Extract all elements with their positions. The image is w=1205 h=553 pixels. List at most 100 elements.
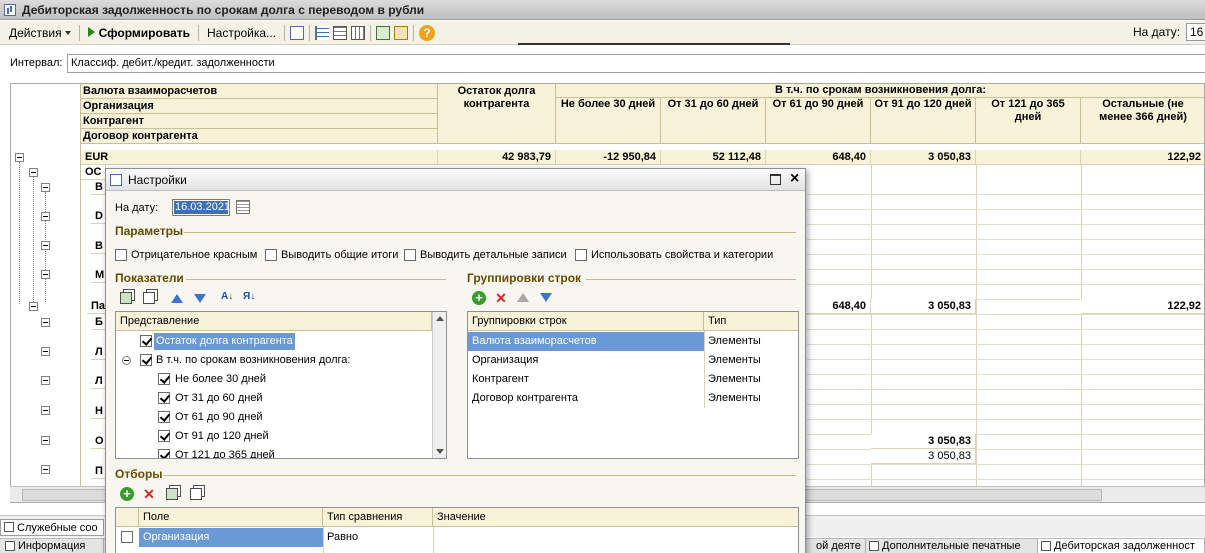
indicator-row-periods-group[interactable]: В т.ч. по срокам возникновения долга: [122, 351, 432, 370]
row-label: ОС [81, 165, 106, 180]
collapse-icon[interactable] [41, 347, 50, 356]
show-details-checkbox[interactable] [404, 249, 416, 261]
load-settings-icon[interactable] [394, 25, 409, 40]
uncheck-all-icon[interactable] [143, 292, 155, 304]
indicators-list[interactable]: Представление Остаток долга контрагента … [115, 311, 447, 459]
eur-period-1: -12 950,84 [556, 150, 661, 165]
eur-period-5 [976, 150, 1081, 165]
save-settings-icon[interactable] [376, 25, 391, 40]
collapse-icon[interactable] [29, 168, 38, 177]
show-details-label: Выводить детальные записи [420, 249, 567, 261]
chart-icon[interactable] [290, 25, 305, 40]
collapse-icon[interactable] [15, 153, 24, 162]
collapse-icon[interactable] [41, 465, 50, 474]
indicator-checkbox[interactable] [158, 430, 170, 442]
indicator-row-period-2[interactable]: От 31 до 60 дней [158, 389, 428, 408]
indicator-row-balance[interactable]: Остаток долга контрагента [140, 332, 430, 351]
report-icon [110, 174, 122, 186]
settings-button[interactable]: Настройка... [202, 26, 281, 40]
table-icon[interactable] [333, 25, 348, 40]
indicator-checkbox[interactable] [158, 411, 170, 423]
collapse-icon[interactable] [41, 270, 50, 279]
service-messages-tab[interactable]: Служебные соо [0, 519, 104, 536]
calendar-icon[interactable] [236, 200, 250, 214]
indicators-header: Представление [116, 312, 432, 331]
tree-column [11, 84, 81, 502]
check-all-icon[interactable] [120, 292, 132, 304]
collapse-icon[interactable] [29, 302, 38, 311]
indicator-row-period-3[interactable]: От 61 до 90 дней [158, 408, 428, 427]
indicator-row-period-1[interactable]: Не более 30 дней [158, 370, 428, 389]
taskbar-tab-print-forms[interactable]: Дополнительные печатные [866, 539, 1038, 553]
grouping-row[interactable]: Контрагент Элементы [468, 370, 798, 389]
sort-desc-icon[interactable]: Я↓ [243, 290, 257, 304]
header-counterparty: Контрагент [81, 114, 438, 129]
groupings-list[interactable]: Группировки строк Тип Валюта взаиморасче… [467, 311, 799, 459]
indicator-row-period-5[interactable]: От 121 до 365 дней [158, 446, 428, 458]
delete-icon[interactable]: ✕ [494, 291, 508, 305]
grid-icon[interactable] [351, 25, 366, 40]
indicator-checkbox[interactable] [158, 373, 170, 385]
indicator-checkbox[interactable] [140, 335, 152, 347]
toolbar: Действия Сформировать Настройка... ? На … [0, 21, 1205, 45]
show-totals-checkbox[interactable] [265, 249, 277, 261]
date-field[interactable]: 16 [1186, 23, 1205, 41]
collapse-icon[interactable] [41, 436, 50, 445]
indicator-checkbox[interactable] [158, 449, 170, 458]
move-down-icon[interactable] [540, 293, 552, 302]
taskbar-tab-activity[interactable]: ой деяте [806, 539, 866, 553]
uncheck-all-icon[interactable] [190, 488, 202, 500]
collapse-icon[interactable] [41, 183, 50, 192]
groupings-header-name: Группировки строк [468, 312, 704, 331]
collapse-icon[interactable] [41, 318, 50, 327]
negative-red-label: Отрицательное красным [131, 249, 258, 261]
use-properties-checkbox[interactable] [575, 249, 587, 261]
grouping-row[interactable]: Организация Элементы [468, 351, 798, 370]
filters-table[interactable]: Поле Тип сравнения Значение Организация … [115, 507, 799, 553]
indicator-checkbox[interactable] [158, 392, 170, 404]
eur-period-6: 122,92 [1081, 150, 1204, 165]
use-properties-label: Использовать свойства и категории [591, 249, 774, 261]
taskbar-tab-receivables[interactable]: Дебиторская задолженност [1038, 539, 1205, 553]
sort-asc-icon[interactable]: A↓ [221, 290, 235, 304]
move-down-icon[interactable] [194, 294, 206, 303]
check-all-icon[interactable] [166, 488, 178, 500]
dialog-title-bar: Настройки × [106, 169, 805, 191]
collapse-icon[interactable] [41, 376, 50, 385]
generate-button[interactable]: Сформировать [83, 26, 195, 40]
filters-header-field: Поле [139, 508, 323, 527]
help-icon[interactable]: ? [419, 24, 436, 41]
delete-icon[interactable]: ✕ [142, 487, 156, 501]
grouping-row[interactable]: Валюта взаиморасчетов Элементы [468, 332, 798, 351]
collapse-icon[interactable] [41, 406, 50, 415]
indicators-section-title: Показатели [115, 271, 184, 285]
filters-header-value: Значение [433, 508, 798, 527]
indicators-scrollbar[interactable] [432, 312, 446, 458]
collapse-icon[interactable] [41, 212, 50, 221]
filter-row[interactable]: Организация Равно [116, 528, 798, 547]
move-up-icon[interactable] [517, 293, 529, 302]
interval-field[interactable]: Классиф. дебит./кредит. задолженности [67, 54, 1205, 73]
pa-period-4: 3 050,83 [871, 299, 976, 314]
interval-row: Интервал: Классиф. дебит./кредит. задолж… [0, 54, 1205, 74]
collapse-icon[interactable] [41, 241, 50, 250]
indicator-row-period-4[interactable]: От 91 до 120 дней [158, 427, 428, 446]
move-up-icon[interactable] [171, 294, 183, 303]
filters-header-comparison: Тип сравнения [323, 508, 433, 527]
grouping-row[interactable]: Договор контрагента Элементы [468, 389, 798, 408]
taskbar-tab-info[interactable]: Информация [2, 539, 104, 553]
eur-period-3: 648,40 [766, 150, 871, 165]
dialog-date-input[interactable]: 16.03.2021 [172, 199, 230, 216]
header-period-4: От 91 до 120 дней [871, 98, 976, 144]
actions-menu[interactable]: Действия [4, 26, 76, 40]
filter-checkbox[interactable] [121, 531, 133, 543]
maximize-icon[interactable] [770, 174, 781, 185]
tree-structure-icon[interactable] [315, 25, 330, 40]
collapse-icon[interactable] [122, 356, 131, 365]
add-icon[interactable]: + [472, 291, 486, 305]
add-icon[interactable]: + [120, 487, 134, 501]
close-icon[interactable]: × [790, 170, 799, 188]
negative-red-checkbox[interactable] [115, 249, 127, 261]
indicator-checkbox[interactable] [140, 354, 152, 366]
filters-section-title: Отборы [115, 467, 163, 481]
